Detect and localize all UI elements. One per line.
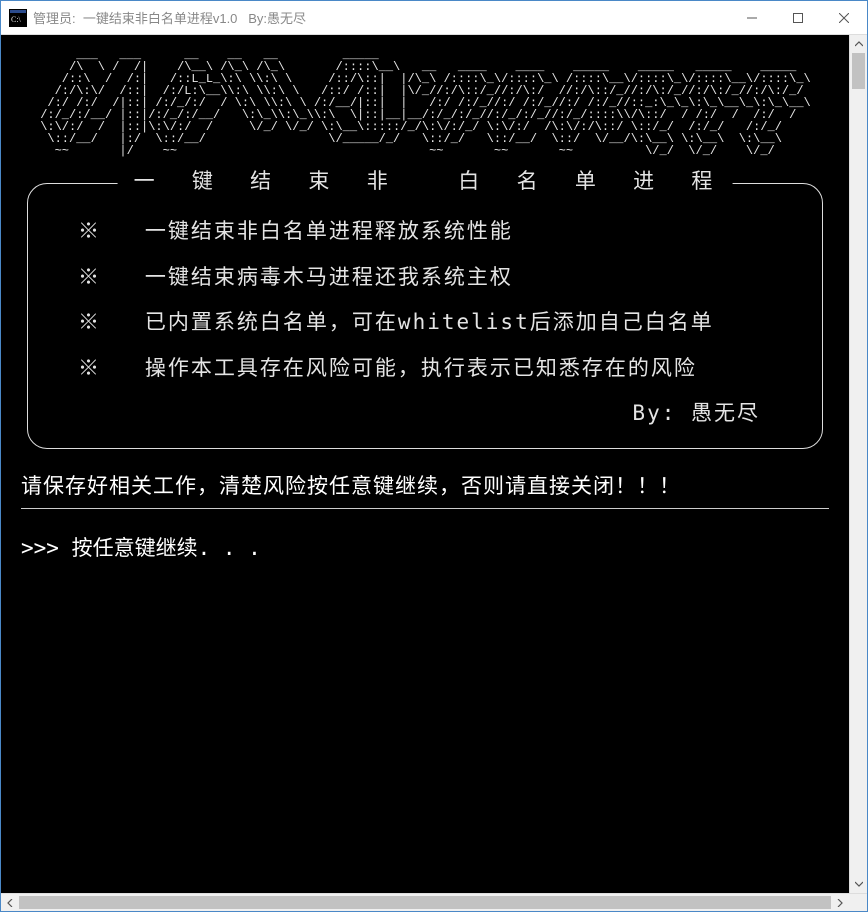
scroll-down-icon[interactable] — [850, 875, 867, 893]
title-bar[interactable]: C:\ 管理员: 一键结束非白名单进程v1.0 By:愚无尽 — [1, 1, 867, 35]
scroll-up-icon[interactable] — [850, 35, 867, 53]
scrollbar-corner — [849, 894, 867, 911]
info-box-title: 一 键 结 束 非 白 名 单 进 程 — [118, 166, 733, 198]
close-button[interactable] — [821, 1, 867, 35]
horizontal-scrollbar[interactable] — [1, 893, 867, 911]
vscroll-track[interactable] — [850, 53, 867, 875]
app-window: C:\ 管理员: 一键结束非白名单进程v1.0 By:愚无尽 ___ ___ _… — [0, 0, 868, 912]
bullet-line: ※ 一键结束非白名单进程释放系统性能 — [78, 216, 796, 248]
ascii-banner: ___ ___ __ __ __ _____ /\ \ / /| /\__\ /… — [33, 49, 841, 157]
press-any-key-prompt: >>> 按任意键继续. . . — [21, 533, 841, 565]
scroll-left-icon[interactable] — [1, 894, 19, 911]
console-output[interactable]: ___ ___ __ __ __ _____ /\ \ / /| /\__\ /… — [1, 35, 849, 893]
vertical-scrollbar[interactable] — [849, 35, 867, 893]
hscroll-track[interactable] — [19, 894, 831, 911]
warning-text: 请保存好相关工作，清楚风险按任意键继续，否则请直接关闭！！！ — [21, 471, 829, 503]
app-icon: C:\ — [9, 9, 27, 27]
maximize-button[interactable] — [775, 1, 821, 35]
divider — [21, 508, 829, 509]
bullet-line: ※ 一键结束病毒木马进程还我系统主权 — [78, 262, 796, 294]
client-area: ___ ___ __ __ __ _____ /\ \ / /| /\__\ /… — [1, 35, 867, 893]
minimize-button[interactable] — [729, 1, 775, 35]
bullet-line: ※ 已内置系统白名单，可在whitelist后添加自己白名单 — [78, 307, 796, 339]
window-title: 管理员: 一键结束非白名单进程v1.0 By:愚无尽 — [33, 8, 306, 27]
bullet-line: ※ 操作本工具存在风险可能，执行表示已知悉存在的风险 — [78, 353, 796, 385]
hscroll-thumb[interactable] — [19, 896, 831, 909]
byline: By: 愚无尽 — [78, 398, 760, 430]
vscroll-thumb[interactable] — [852, 53, 865, 89]
svg-text:C:\: C:\ — [11, 15, 22, 24]
info-box: 一 键 结 束 非 白 名 单 进 程 ※ 一键结束非白名单进程释放系统性能 ※… — [27, 183, 823, 449]
scroll-right-icon[interactable] — [831, 894, 849, 911]
